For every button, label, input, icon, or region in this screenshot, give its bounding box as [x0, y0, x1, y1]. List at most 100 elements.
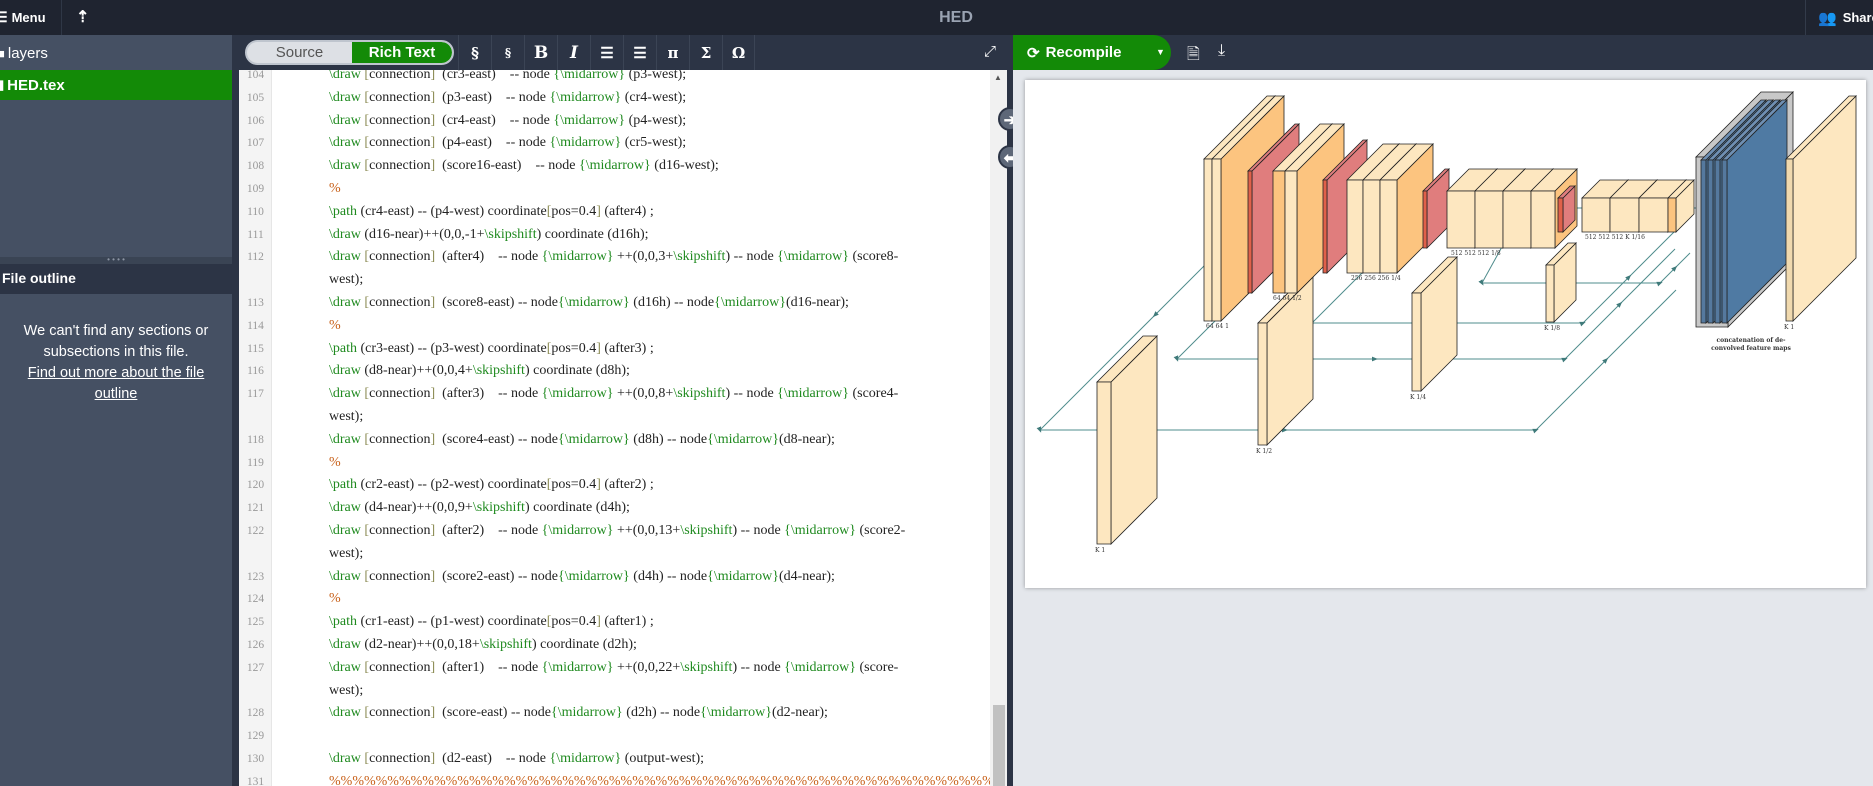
code-line[interactable]: 119%: [239, 452, 990, 475]
editor-mode-toggle[interactable]: Source Rich Text: [245, 40, 454, 65]
code-text[interactable]: \draw [connection] (score2-east) -- node…: [272, 566, 912, 589]
code-text[interactable]: \draw [connection] (after3) -- node {\mi…: [272, 383, 912, 429]
rich-text-mode-button[interactable]: Rich Text: [352, 42, 452, 63]
code-text[interactable]: \draw [connection] (p4-east) -- node {\m…: [272, 132, 912, 155]
display-math-button[interactable]: Σ: [689, 35, 722, 70]
code-text[interactable]: \draw (d16-near)++(0,0,-1+\skipshift) co…: [272, 224, 912, 247]
code-text[interactable]: \draw [connection] (cr3-east) -- node {\…: [272, 70, 912, 87]
code-line[interactable]: 121 \draw (d4-near)++(0,0,9+\skipshift) c…: [239, 497, 990, 520]
code-text[interactable]: \draw [connection] (p3-east) -- node {\m…: [272, 87, 912, 110]
code-text[interactable]: \draw [connection] (cr4-east) -- node {\…: [272, 110, 912, 133]
code-line[interactable]: 113 \draw [connection] (score8-east) -- n…: [239, 292, 990, 315]
code-line[interactable]: 128 \draw [connection] (score-east) -- no…: [239, 702, 990, 725]
code-line[interactable]: 111 \draw (d16-near)++(0,0,-1+\skipshift)…: [239, 224, 990, 247]
code-text[interactable]: ​: [272, 725, 912, 748]
output-map-front: [1785, 158, 1794, 322]
code-line[interactable]: 112 \draw [connection] (after4) -- node {…: [239, 246, 990, 292]
sidebar-resizer[interactable]: [232, 35, 239, 786]
conv4-a-front: [1446, 190, 1476, 249]
file-outline-header[interactable]: File outline: [0, 264, 232, 294]
code-line[interactable]: 107 \draw [connection] (p4-east) -- node …: [239, 132, 990, 155]
sigma-icon: Σ: [700, 43, 712, 62]
code-text[interactable]: \draw [connection] (score8-east) -- node…: [272, 292, 912, 315]
editor-scrollbar[interactable]: ▲: [990, 70, 1007, 786]
numbered-list-button[interactable]: ☰: [590, 35, 623, 70]
code-text[interactable]: \draw [connection] (score4-east) -- node…: [272, 429, 912, 452]
code-line[interactable]: 127 \draw [connection] (after1) -- node {…: [239, 657, 990, 703]
file-tree-folder[interactable]: ■ layers: [0, 38, 232, 68]
code-editor[interactable]: 104 \draw [connection] (cr3-east) -- node…: [239, 70, 990, 786]
source-mode-button[interactable]: Source: [247, 42, 352, 63]
file-sidebar: ■ layers ▮ HED.tex • • • • File outline …: [0, 35, 232, 786]
line-number: 118: [247, 433, 264, 446]
editor-scrollbar-thumb[interactable]: [993, 705, 1005, 786]
code-text[interactable]: \draw [connection] (after4) -- node {\mi…: [272, 246, 912, 292]
code-line[interactable]: 125 \path (cr1-east) -- (p1-west) coordin…: [239, 611, 990, 634]
scroll-up-arrow-icon[interactable]: ▲: [994, 73, 1002, 82]
bullet-list-icon: ☰: [633, 43, 647, 62]
code-text[interactable]: \path (cr1-east) -- (p1-west) coordinate…: [272, 611, 912, 634]
code-text[interactable]: \draw (d8-near)++(0,0,4+\skipshift) coor…: [272, 360, 912, 383]
code-line[interactable]: 110 \path (cr4-east) -- (p4-west) coordin…: [239, 201, 990, 224]
code-text[interactable]: \path (cr3-east) -- (p3-west) coordinate…: [272, 338, 912, 361]
code-text[interactable]: %: [272, 452, 912, 475]
code-line[interactable]: 129 ​: [239, 725, 990, 748]
code-text[interactable]: \draw [connection] (score16-east) -- nod…: [272, 155, 912, 178]
code-text[interactable]: \path (cr2-east) -- (p2-west) coordinate…: [272, 474, 912, 497]
line-number: 131: [246, 775, 265, 786]
section-button[interactable]: §: [458, 35, 491, 70]
symbol-button[interactable]: Ω: [722, 35, 755, 70]
code-text[interactable]: \path (cr4-east) -- (p4-west) coordinate…: [272, 201, 912, 224]
code-line[interactable]: 114%: [239, 315, 990, 338]
file-tree-item-hed-tex[interactable]: ▮ HED.tex: [0, 70, 232, 100]
file-icon[interactable]: 🗎: [1187, 43, 1200, 70]
code-text[interactable]: %: [272, 588, 912, 611]
subsection-button[interactable]: §: [491, 35, 524, 70]
share-button[interactable]: 👥 Share: [1805, 0, 1873, 35]
code-line[interactable]: 124%: [239, 588, 990, 611]
code-line[interactable]: 106 \draw [connection] (cr4-east) -- node…: [239, 110, 990, 133]
code-line[interactable]: 120 \path (cr2-east) -- (p2-west) coordin…: [239, 474, 990, 497]
bullet-list-button[interactable]: ☰: [623, 35, 656, 70]
code-text[interactable]: \draw [connection] (after2) -- node {\mi…: [272, 520, 912, 566]
code-text[interactable]: \draw [connection] (d2-east) -- node {\m…: [272, 748, 912, 771]
pdf-viewer[interactable]: 64 64 1 64 64 1/2 256 256 256 1/4 512 51…: [1013, 70, 1873, 786]
download-icon[interactable]: ⤓: [1218, 42, 1225, 60]
expand-icon[interactable]: ⤢: [984, 43, 996, 60]
code-text[interactable]: \draw [connection] (after1) -- node {\mi…: [272, 657, 912, 703]
code-text[interactable]: %%%%%%%%%%%%%%%%%%%%%%%%%%%%%%%%%%%%%%%%…: [272, 771, 990, 786]
pdf-page: 64 64 1 64 64 1/2 256 256 256 1/4 512 51…: [1025, 80, 1866, 588]
code-lines[interactable]: 104 \draw [connection] (cr3-east) -- node…: [239, 70, 990, 786]
output-map: [1785, 95, 1857, 322]
pi-icon: π: [667, 43, 679, 62]
code-line[interactable]: 118 \draw [connection] (score4-east) -- n…: [239, 429, 990, 452]
code-line[interactable]: 126 \draw (d2-near)++(0,0,18+\skipshift) …: [239, 634, 990, 657]
pool4-front: [1557, 197, 1564, 233]
code-line[interactable]: 115 \path (cr3-east) -- (p3-west) coordin…: [239, 338, 990, 361]
code-text[interactable]: \draw (d4-near)++(0,0,9+\skipshift) coor…: [272, 497, 912, 520]
code-text[interactable]: \draw [connection] (score-east) -- node{…: [272, 702, 912, 725]
code-line[interactable]: 131%%%%%%%%%%%%%%%%%%%%%%%%%%%%%%%%%%%%%…: [239, 771, 990, 786]
code-line[interactable]: 105 \draw [connection] (p3-east) -- node …: [239, 87, 990, 110]
code-line[interactable]: 108 \draw [connection] (score16-east) -- …: [239, 155, 990, 178]
code-line[interactable]: 116 \draw (d8-near)++(0,0,4+\skipshift) c…: [239, 360, 990, 383]
recompile-button[interactable]: ⟳ Recompile: [1013, 35, 1171, 70]
code-line[interactable]: 122 \draw [connection] (after2) -- node {…: [239, 520, 990, 566]
code-line[interactable]: 130 \draw [connection] (d2-east) -- node …: [239, 748, 990, 771]
caret-down-icon[interactable]: ▼: [1156, 47, 1165, 57]
concat-slice-3-front: [1714, 159, 1721, 324]
line-number: 113: [247, 296, 264, 309]
inline-math-button[interactable]: π: [656, 35, 689, 70]
code-text[interactable]: \draw (d2-near)++(0,0,18+\skipshift) coo…: [272, 634, 912, 657]
code-line[interactable]: 104 \draw [connection] (cr3-east) -- node…: [239, 70, 990, 87]
outline-help-link[interactable]: Find out more about the file outline: [8, 363, 224, 405]
numbered-list-icon: ☰: [600, 43, 614, 62]
bold-button[interactable]: B: [524, 35, 557, 70]
label-conv2: 64 64 1/2: [1273, 295, 1302, 302]
code-line[interactable]: 109%: [239, 178, 990, 201]
code-text[interactable]: %: [272, 315, 912, 338]
code-text[interactable]: %: [272, 178, 912, 201]
code-line[interactable]: 117 \draw [connection] (after3) -- node {…: [239, 383, 990, 429]
italic-button[interactable]: I: [557, 35, 590, 70]
code-line[interactable]: 123 \draw [connection] (score2-east) -- n…: [239, 566, 990, 589]
